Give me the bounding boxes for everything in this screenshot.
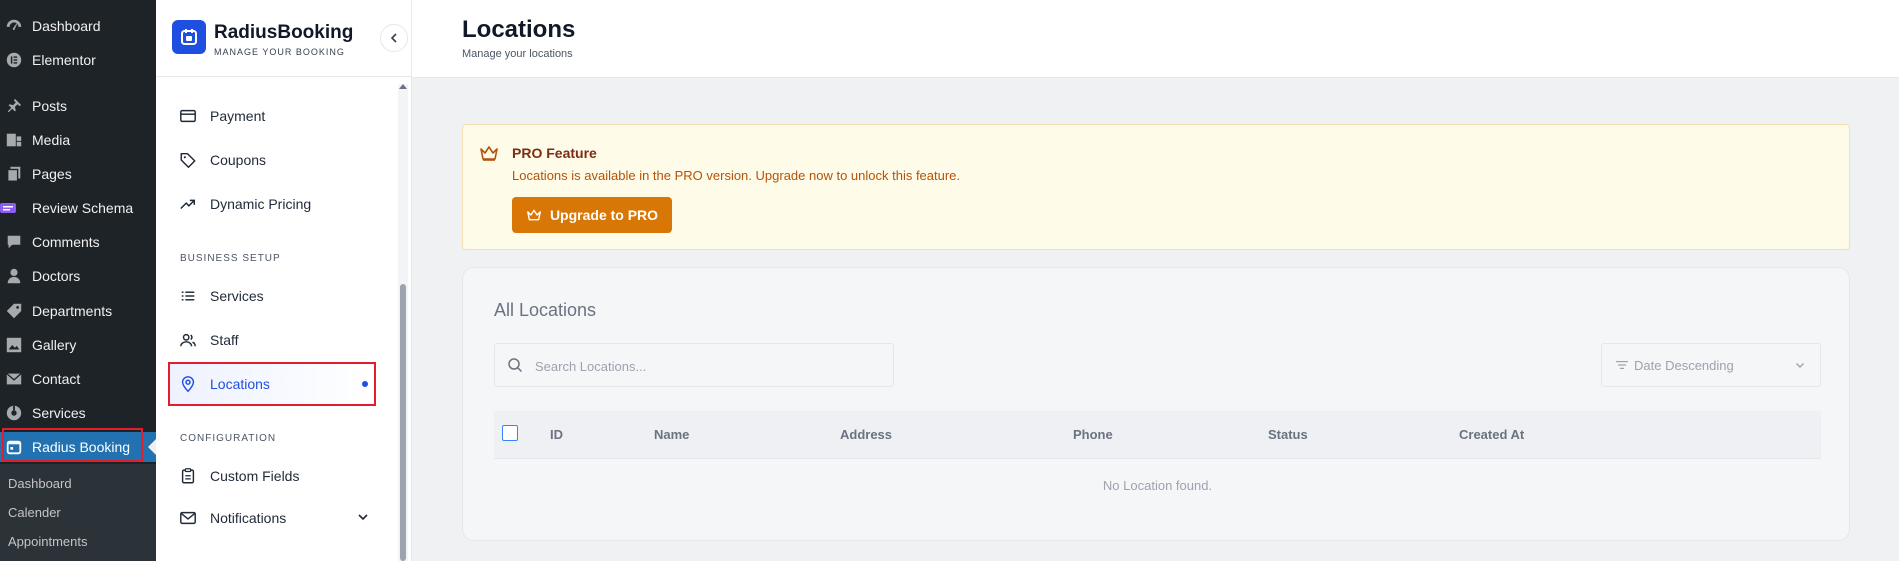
wp-menu-departments[interactable]: Departments bbox=[0, 296, 156, 326]
brand-logo bbox=[172, 20, 206, 54]
wp-admin-sidebar: Dashboard Elementor Posts Media Pages Re… bbox=[0, 0, 156, 561]
filter-lines-icon bbox=[1616, 359, 1628, 374]
clipboard-icon bbox=[178, 466, 198, 486]
column-address[interactable]: Address bbox=[840, 427, 892, 442]
crown-icon bbox=[479, 144, 499, 167]
gallery-icon bbox=[4, 335, 24, 355]
wp-menu-elementor[interactable]: Elementor bbox=[0, 45, 156, 75]
crown-icon bbox=[527, 209, 541, 221]
column-phone[interactable]: Phone bbox=[1073, 427, 1113, 442]
active-indicator-dot bbox=[362, 381, 368, 387]
nav-item-locations[interactable]: Locations bbox=[168, 363, 374, 405]
wp-menu-radius-booking[interactable]: Radius Booking bbox=[0, 432, 156, 462]
credit-card-icon bbox=[178, 106, 198, 126]
nav-item-services[interactable]: Services bbox=[168, 275, 374, 317]
user-icon bbox=[4, 266, 24, 286]
page-header: Locations Manage your locations bbox=[412, 0, 1899, 78]
calendar-icon bbox=[4, 437, 24, 457]
chevron-down-icon bbox=[1794, 359, 1806, 374]
pages-icon bbox=[4, 164, 24, 184]
gauge-icon bbox=[4, 16, 24, 36]
card-title: All Locations bbox=[494, 300, 597, 320]
chevron-left-icon bbox=[390, 33, 397, 43]
review-icon bbox=[0, 198, 16, 218]
column-id[interactable]: ID bbox=[550, 427, 563, 442]
column-name[interactable]: Name bbox=[654, 427, 689, 442]
scroll-up-arrow-icon[interactable] bbox=[399, 84, 407, 89]
search-box[interactable] bbox=[494, 343, 894, 387]
sort-select[interactable]: Date Descending bbox=[1601, 343, 1821, 387]
mail-icon bbox=[4, 369, 24, 389]
brand-tagline: MANAGE YOUR BOOKING bbox=[214, 47, 345, 57]
wp-menu-gallery[interactable]: Gallery bbox=[0, 330, 156, 360]
search-icon bbox=[507, 357, 523, 378]
empty-state-message: No Location found. bbox=[1102, 478, 1213, 493]
plugin-sidebar: RadiusBooking MANAGE YOUR BOOKING Paymen… bbox=[156, 0, 412, 561]
wp-submenu-calender[interactable]: Calender bbox=[0, 497, 156, 527]
section-configuration: CONFIGURATION bbox=[180, 433, 277, 444]
nav-item-custom-fields[interactable]: Custom Fields bbox=[168, 455, 374, 497]
map-pin-icon bbox=[178, 374, 198, 394]
wp-submenu-appointments[interactable]: Appointments bbox=[0, 526, 156, 556]
mail-icon bbox=[178, 508, 198, 528]
search-input[interactable] bbox=[535, 355, 875, 377]
tag-icon bbox=[4, 301, 24, 321]
table-header: ID Name Address Phone Status Created At bbox=[494, 411, 1821, 459]
wp-menu-services[interactable]: Services bbox=[0, 398, 156, 428]
locations-card: All Locations Date Descending ID Name Ad… bbox=[462, 267, 1850, 541]
pin-icon bbox=[4, 96, 24, 116]
main-content: Locations Manage your locations PRO Feat… bbox=[412, 0, 1899, 561]
page-title: Locations bbox=[462, 16, 576, 43]
users-icon bbox=[178, 330, 198, 350]
brand-name: RadiusBooking bbox=[214, 22, 354, 43]
sidebar-scrollbar[interactable] bbox=[398, 84, 408, 561]
wp-menu-contact[interactable]: Contact bbox=[0, 364, 156, 394]
nav-item-coupons[interactable]: Coupons bbox=[168, 139, 374, 181]
wp-menu-media[interactable]: Media bbox=[0, 125, 156, 155]
nav-item-dynamic-pricing[interactable]: Dynamic Pricing bbox=[168, 183, 374, 225]
wp-submenu-dashboard[interactable]: Dashboard bbox=[0, 468, 156, 498]
wp-menu-comments[interactable]: Comments bbox=[0, 227, 156, 257]
wp-menu-posts[interactable]: Posts bbox=[0, 91, 156, 121]
sort-label: Date Descending bbox=[1634, 357, 1734, 373]
pro-feature-notice: PRO Feature Locations is available in th… bbox=[462, 124, 1850, 250]
select-all-checkbox[interactable] bbox=[502, 425, 518, 441]
trending-up-icon bbox=[178, 194, 198, 214]
pro-feature-description: Locations is available in the PRO versio… bbox=[512, 168, 961, 183]
list-icon bbox=[178, 286, 198, 306]
media-icon bbox=[4, 130, 24, 150]
chevron-down-icon[interactable] bbox=[356, 510, 370, 527]
comment-icon bbox=[4, 232, 24, 252]
services-icon bbox=[4, 403, 24, 423]
section-business-setup: BUSINESS SETUP bbox=[180, 253, 281, 264]
column-status[interactable]: Status bbox=[1268, 427, 1308, 442]
wp-menu-doctors[interactable]: Doctors bbox=[0, 261, 156, 291]
tag-icon bbox=[178, 150, 198, 170]
pro-feature-title: PRO Feature bbox=[512, 145, 597, 161]
wp-menu-pages[interactable]: Pages bbox=[0, 159, 156, 189]
wp-menu-review-schema[interactable]: Review Schema bbox=[0, 193, 156, 223]
nav-item-payment[interactable]: Payment bbox=[168, 95, 374, 137]
column-created-at[interactable]: Created At bbox=[1459, 427, 1524, 442]
nav-item-staff[interactable]: Staff bbox=[168, 319, 374, 361]
elementor-icon bbox=[4, 50, 24, 70]
calendar-logo-icon bbox=[181, 29, 197, 45]
scrollbar-thumb[interactable] bbox=[400, 284, 406, 561]
nav-item-notifications[interactable]: Notifications bbox=[168, 497, 374, 539]
page-subtitle: Manage your locations bbox=[462, 48, 573, 60]
sidebar-collapse-button[interactable] bbox=[380, 24, 408, 52]
wp-menu-dashboard[interactable]: Dashboard bbox=[0, 11, 156, 41]
upgrade-to-pro-button[interactable]: Upgrade to PRO bbox=[512, 197, 672, 233]
